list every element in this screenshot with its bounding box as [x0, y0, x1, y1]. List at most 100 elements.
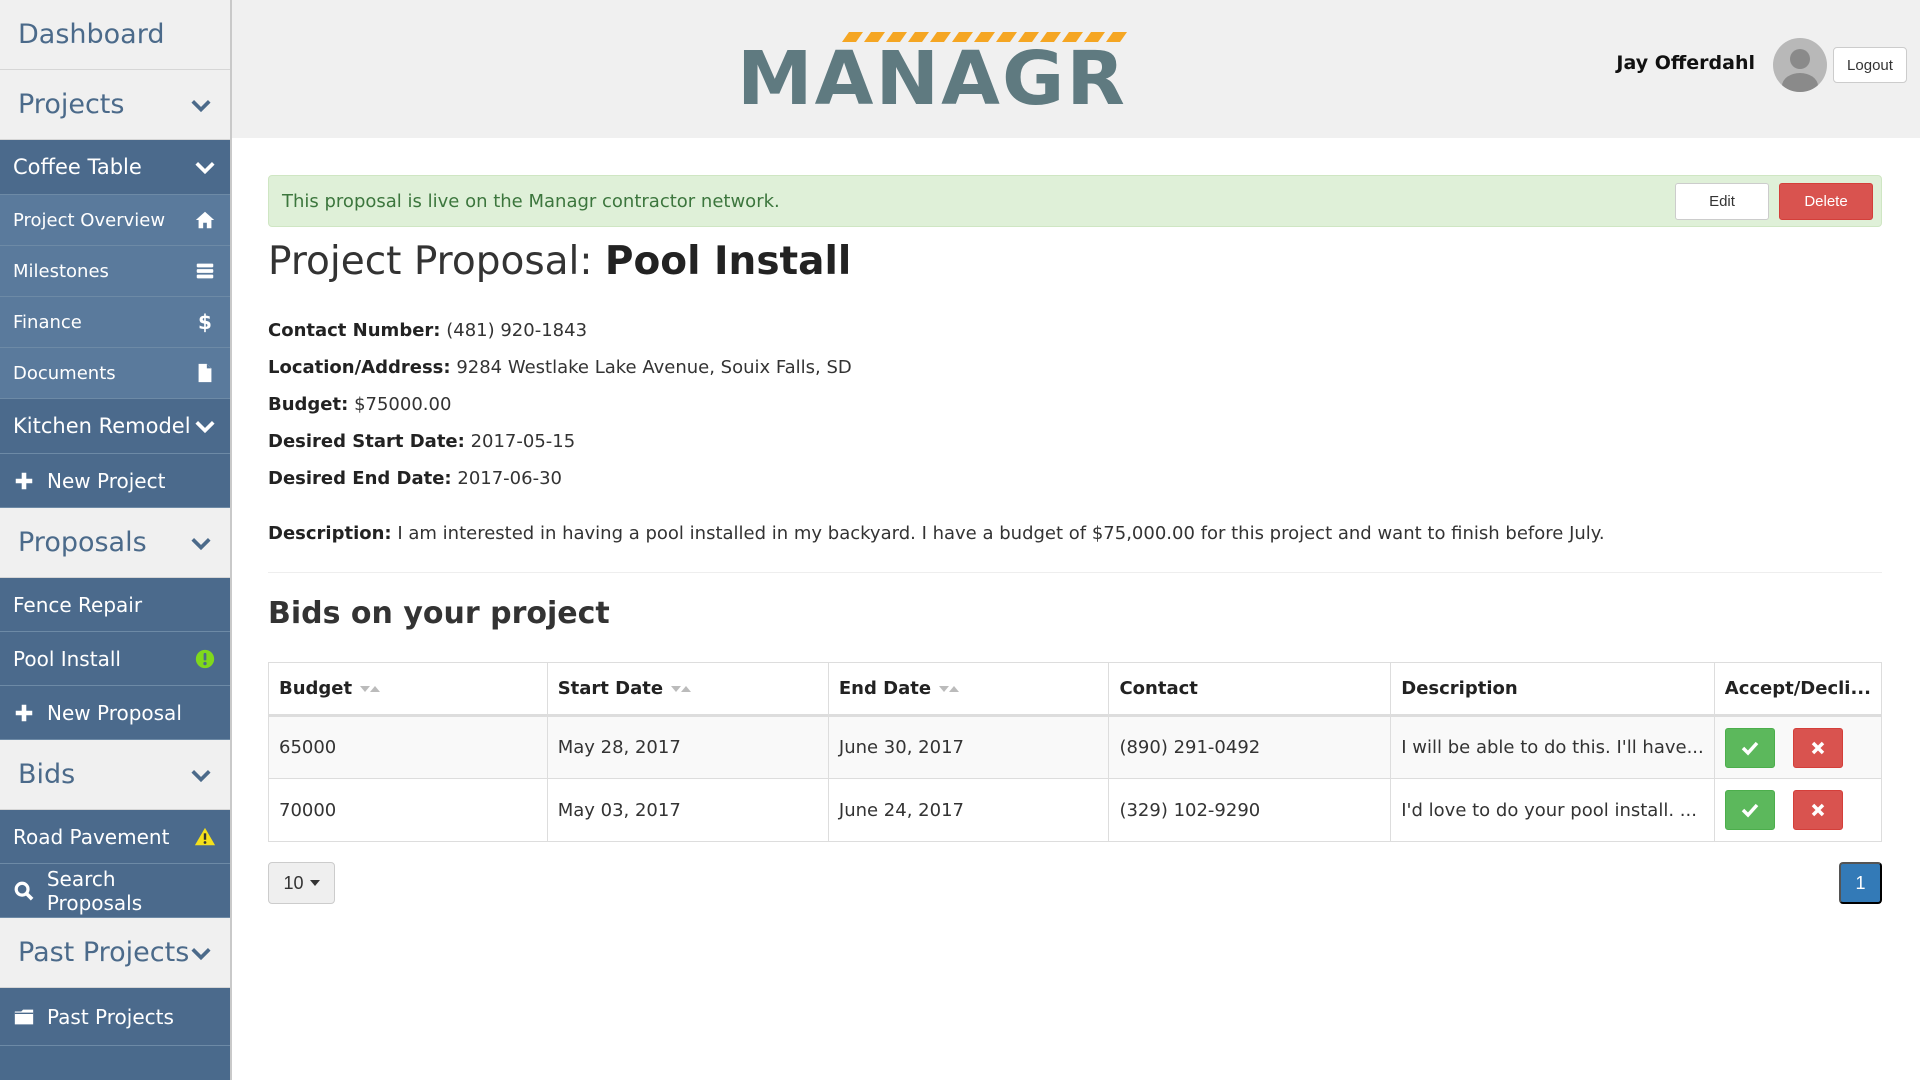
sidebar-item-label: Documents: [13, 362, 116, 384]
sidebar-bids-label: Bids: [18, 759, 76, 790]
sidebar-proposal-fence-repair[interactable]: Fence Repair: [0, 578, 230, 632]
chevron-down-icon: [191, 769, 211, 782]
top-header: MANAGR Jay Offerdahl Logout: [232, 0, 1920, 138]
search-proposals-button[interactable]: Search Proposals: [0, 864, 230, 918]
sidebar-proposal-pool-install[interactable]: Pool Install: [0, 632, 230, 686]
sidebar-item-label: Road Pavement: [13, 824, 170, 849]
column-header-accept-decline: Accept/Decli...: [1713, 662, 1883, 717]
cell-end-date: June 24, 2017: [827, 778, 1110, 842]
sidebar-project-label: Kitchen Remodel: [13, 414, 191, 438]
sidebar-projects-label: Projects: [18, 89, 125, 120]
decline-bid-button[interactable]: [1792, 790, 1843, 830]
page-size-dropdown[interactable]: 10: [268, 862, 335, 904]
sidebar-project-kitchen-remodel[interactable]: Kitchen Remodel: [0, 399, 230, 454]
avatar[interactable]: [1773, 38, 1827, 92]
bids-table: Budget Start Date End Date Contact Descr…: [268, 662, 1883, 842]
field-label: Contact Number:: [268, 320, 441, 341]
column-header-start-date[interactable]: Start Date: [546, 662, 829, 717]
sidebar-projects-header[interactable]: Projects: [0, 70, 230, 140]
main-content: This proposal is live on the Managr cont…: [268, 175, 1883, 904]
page-size-value: 10: [283, 872, 304, 893]
cell-end-date: June 30, 2017: [827, 715, 1110, 779]
location-field: Location/Address: 9284 Westlake Lake Ave…: [268, 349, 1882, 386]
sort-icon: [360, 686, 381, 692]
folder-icon: [14, 1009, 34, 1024]
chevron-down-icon: [191, 537, 211, 550]
start-date-field: Desired Start Date: 2017-05-15: [268, 423, 1882, 460]
field-value: (481) 920-1843: [446, 320, 588, 341]
sidebar: Dashboard Projects Coffee Table Project …: [0, 0, 230, 1080]
budget-field: Budget: $75000.00: [268, 386, 1882, 423]
action-buttons: [1724, 727, 1871, 768]
list-icon: [196, 263, 214, 279]
sidebar-dashboard-label: Dashboard: [18, 19, 165, 50]
proposal-live-alert: This proposal is live on the Managr cont…: [268, 175, 1882, 227]
alert-actions: Edit Delete: [1675, 182, 1873, 220]
page-1-button[interactable]: 1: [1839, 862, 1882, 904]
contact-number-field: Contact Number: (481) 920-1843: [268, 312, 1882, 349]
accept-bid-button[interactable]: [1724, 727, 1775, 768]
cell-budget: 70000: [268, 778, 548, 842]
past-projects-label: Past Projects: [47, 1004, 174, 1029]
sidebar-project-coffee-table[interactable]: Coffee Table: [0, 140, 230, 195]
alert-text: This proposal is live on the Managr cont…: [282, 190, 780, 212]
accept-bid-button[interactable]: [1724, 790, 1775, 830]
field-label: Desired End Date:: [268, 468, 452, 489]
page-title: Project Proposal: Pool Install: [268, 239, 1882, 284]
column-header-label: Description: [1401, 678, 1518, 699]
home-icon: [195, 211, 215, 229]
edit-button[interactable]: Edit: [1675, 182, 1769, 220]
table-row: 70000 May 03, 2017 June 24, 2017 (329) 1…: [268, 778, 1883, 842]
table-row: 65000 May 28, 2017 June 30, 2017 (890) 2…: [268, 715, 1883, 779]
sidebar-proposals-label: Proposals: [18, 527, 147, 558]
close-icon: [1811, 741, 1825, 754]
sidebar-proposals-header[interactable]: Proposals: [0, 508, 230, 578]
close-icon: [1811, 803, 1825, 817]
description-field: Description: I am interested in having a…: [268, 523, 1882, 544]
sidebar-item-milestones[interactable]: Milestones: [0, 246, 230, 297]
sidebar-dashboard[interactable]: Dashboard: [0, 0, 230, 70]
exclamation-circle-icon: [195, 649, 215, 668]
column-header-label: Start Date: [557, 678, 664, 699]
cell-actions: [1713, 778, 1883, 842]
field-label: Location/Address:: [268, 357, 451, 378]
decline-bid-button[interactable]: [1792, 727, 1843, 768]
column-header-label: Contact: [1119, 678, 1198, 699]
sidebar-bid-road-pavement[interactable]: Road Pavement: [0, 810, 230, 864]
sidebar-item-label: Finance: [13, 311, 82, 333]
field-value: 9284 Westlake Lake Avenue, Souix Falls, …: [456, 357, 852, 378]
cell-budget: 65000: [268, 715, 548, 779]
sidebar-item-label: Project Overview: [13, 209, 166, 231]
checkmark-icon: [1741, 741, 1759, 756]
managr-logo[interactable]: MANAGR: [737, 26, 1127, 108]
bids-section-title: Bids on your project: [268, 596, 610, 631]
delete-button[interactable]: Delete: [1779, 182, 1873, 220]
column-header-description: Description: [1390, 662, 1715, 717]
caret-down-icon: [309, 880, 320, 886]
pagination-row: 10 1: [268, 862, 1882, 904]
column-header-budget[interactable]: Budget: [268, 662, 548, 717]
cell-start-date: May 28, 2017: [546, 715, 829, 779]
column-header-end-date[interactable]: End Date: [827, 662, 1110, 717]
sidebar-project-label: Coffee Table: [13, 155, 142, 179]
field-value: 2017-05-15: [470, 431, 576, 452]
sidebar-divider: [230, 0, 232, 1080]
logout-button[interactable]: Logout: [1833, 47, 1907, 83]
sidebar-past-projects-header[interactable]: Past Projects: [0, 918, 230, 988]
column-header-contact: Contact: [1108, 662, 1392, 717]
new-proposal-button[interactable]: New Proposal: [0, 686, 230, 740]
sidebar-item-project-overview[interactable]: Project Overview: [0, 195, 230, 246]
managr-logo-text: MANAGR: [737, 36, 1127, 108]
dollar-icon: $: [198, 310, 212, 334]
sidebar-item-past-projects[interactable]: Past Projects: [0, 988, 230, 1046]
field-value: 2017-06-30: [457, 468, 562, 489]
sidebar-bids-header[interactable]: Bids: [0, 740, 230, 810]
search-icon: [14, 881, 34, 900]
cell-contact: (890) 291-0492: [1108, 715, 1392, 779]
new-proposal-label: New Proposal: [47, 700, 182, 725]
sidebar-item-finance[interactable]: Finance $: [0, 297, 230, 348]
new-project-button[interactable]: New Project: [0, 454, 230, 508]
field-label: Desired Start Date:: [268, 431, 465, 452]
sidebar-item-documents[interactable]: Documents: [0, 348, 230, 399]
field-value: I am interested in having a pool install…: [397, 523, 1605, 544]
